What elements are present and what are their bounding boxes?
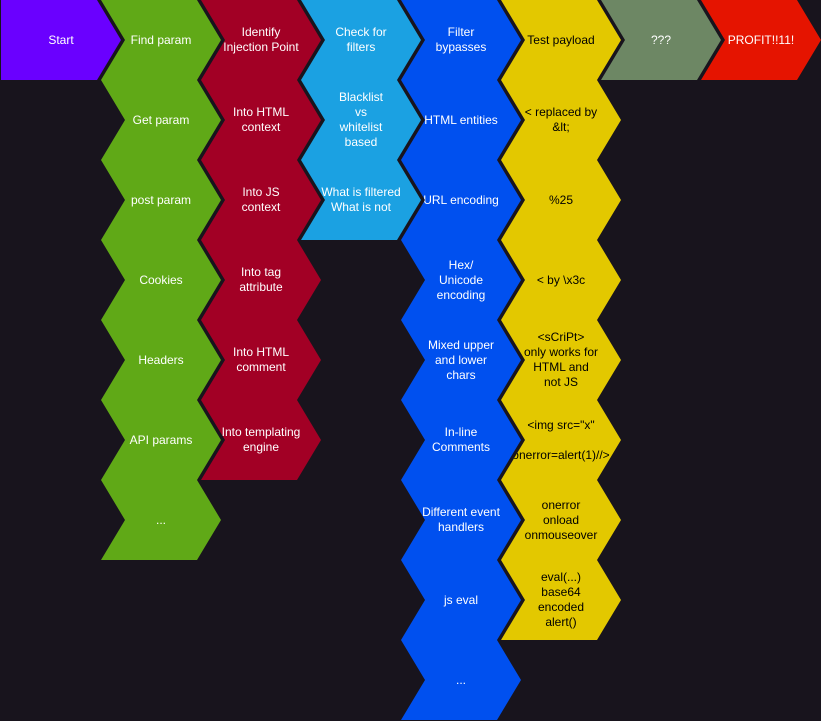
find-param-step-label: Find param — [130, 32, 192, 47]
find-param-item: Cookies — [101, 240, 221, 320]
find-param-item-label: ... — [155, 512, 166, 527]
bypasses-item: Different event handlers — [401, 480, 521, 560]
injection-point-item-label: Into JS context — [241, 185, 281, 214]
bypasses-item: ... — [401, 640, 521, 720]
unknown-step-label: ??? — [650, 32, 672, 47]
test-payload-step-label: Test payload — [527, 32, 595, 47]
bypasses-item-label: ... — [455, 672, 466, 687]
bypasses-item: js eval — [401, 560, 521, 640]
bypasses-item-label: URL encoding — [423, 192, 499, 207]
injection-point-item-label: Into HTML comment — [232, 345, 289, 374]
find-param-item-label: API params — [129, 432, 193, 447]
payload-item-label: %25 — [548, 192, 574, 207]
bypasses-item: In-line Comments — [401, 400, 521, 480]
bypasses-item-label: js eval — [443, 592, 478, 607]
check-for-filters-step-label: Check for filters — [335, 25, 387, 54]
xss-methodology-diagram: Start Find param Identify Injection Point C… — [0, 0, 821, 721]
payload-item-label: < replaced by &lt; — [524, 105, 598, 134]
identify-injection-point-step-label: Identify Injection Point — [223, 25, 299, 54]
profit-step-label: PROFIT!!11! — [727, 32, 795, 47]
filters-item-label: Blacklist vs whitelist based — [338, 90, 383, 149]
bypasses-item-label: Different event handlers — [422, 505, 500, 534]
find-param-item: Get param — [101, 80, 221, 160]
bypasses-item-label: In-line Comments — [431, 425, 490, 454]
bypasses-item: Hex/ Unicode encoding — [401, 240, 521, 320]
find-param-item: API params — [101, 400, 221, 480]
payload-item-label: <img src="x" onerror=alert(1)//> — [512, 417, 610, 462]
filters-item-label: What is filtered What is not — [321, 185, 401, 214]
find-param-item-label: Get param — [132, 112, 190, 127]
payload-item-label: eval(...) base64 encoded alert() — [537, 570, 585, 629]
payload-item-label: onerror onload onmouseover — [524, 497, 598, 542]
filter-bypasses-step-label: Filter bypasses — [435, 25, 487, 54]
find-param-item-label: Cookies — [139, 272, 183, 287]
injection-point-item-label: Into HTML context — [232, 105, 289, 134]
bypasses-item: Mixed upper and lower chars — [401, 320, 521, 400]
injection-point-item-label: Into templating engine — [221, 425, 301, 454]
start-step: Start — [1, 0, 121, 80]
injection-point-item-label: Into tag attribute — [239, 265, 283, 294]
payload-item-label: <sCriPt> only works for HTML and not JS — [523, 330, 599, 389]
find-param-item: ... — [101, 480, 221, 560]
bypasses-item-label: Hex/ Unicode encoding — [436, 257, 486, 302]
bypasses-item-label: HTML entities — [424, 112, 498, 127]
find-param-item-label: Headers — [138, 352, 184, 367]
find-param-item: Headers — [101, 320, 221, 400]
payload-item-label: < by \x3c — [536, 272, 586, 287]
bypasses-item-label: Mixed upper and lower chars — [427, 337, 495, 382]
start-step-label: Start — [48, 32, 74, 47]
find-param-item-label: post param — [130, 192, 192, 207]
find-param-item: post param — [101, 160, 221, 240]
